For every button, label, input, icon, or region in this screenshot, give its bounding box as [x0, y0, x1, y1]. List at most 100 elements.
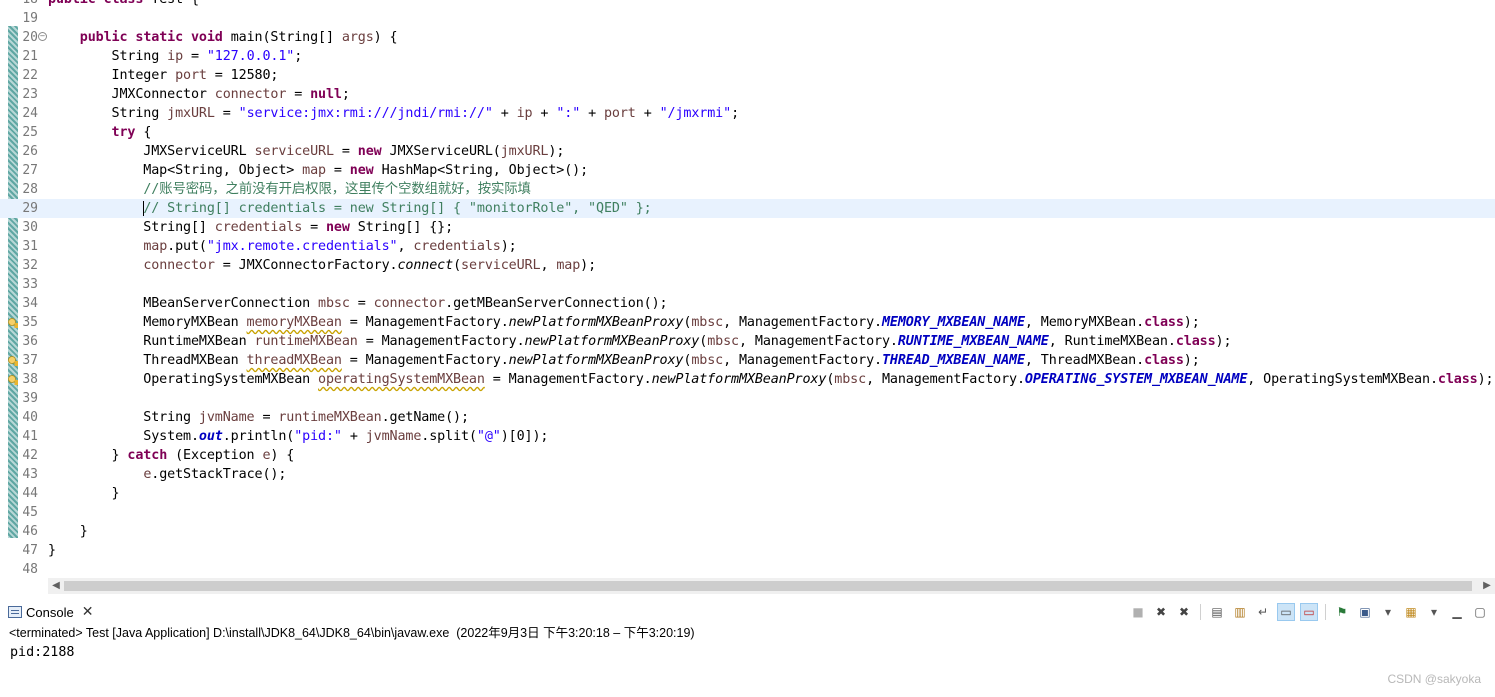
- code-text[interactable]: map.put("jmx.remote.credentials", creden…: [48, 237, 516, 256]
- close-icon[interactable]: ✕: [82, 604, 94, 620]
- scroll-left-icon[interactable]: ◀: [48, 578, 64, 594]
- fold-toggle-icon[interactable]: −: [38, 32, 47, 41]
- code-line[interactable]: 32 connector = JMXConnectorFactory.conne…: [0, 256, 1495, 275]
- line-number: 48: [22, 562, 38, 577]
- code-line[interactable]: 24 String jmxURL = "service:jmx:rmi:///j…: [0, 104, 1495, 123]
- code-text[interactable]: }: [48, 484, 120, 503]
- code-line[interactable]: 27 Map<String, Object> map = new HashMap…: [0, 161, 1495, 180]
- warning-icon[interactable]: [8, 316, 18, 328]
- line-number: 34: [22, 296, 38, 311]
- code-line[interactable]: 21 String ip = "127.0.0.1";: [0, 47, 1495, 66]
- line-number: 30: [22, 220, 38, 235]
- terminate-icon[interactable]: ■: [1129, 603, 1147, 621]
- clear-console-icon[interactable]: ▤: [1208, 603, 1226, 621]
- code-line[interactable]: 28 //账号密码，之前没有开启权限，这里传个空数组就好，按实际填: [0, 180, 1495, 199]
- code-text[interactable]: MemoryMXBean memoryMXBean = ManagementFa…: [48, 313, 1199, 332]
- code-text[interactable]: RuntimeMXBean runtimeMXBean = Management…: [48, 332, 1231, 351]
- code-text[interactable]: JMXConnector connector = null;: [48, 85, 350, 104]
- tab-console[interactable]: Console ✕: [8, 602, 93, 622]
- code-line[interactable]: 33: [0, 275, 1495, 294]
- code-line[interactable]: 22 Integer port = 12580;: [0, 66, 1495, 85]
- code-line[interactable]: 23 JMXConnector connector = null;: [0, 85, 1495, 104]
- code-text[interactable]: } catch (Exception e) {: [48, 446, 295, 465]
- code-line[interactable]: 19: [0, 9, 1495, 28]
- pin-console-icon[interactable]: ⚑: [1333, 603, 1351, 621]
- scrollbar-thumb[interactable]: [64, 581, 1472, 591]
- display-console-dropdown-icon[interactable]: ▾: [1379, 603, 1397, 621]
- open-console-dropdown-icon[interactable]: ▾: [1425, 603, 1443, 621]
- code-line[interactable]: 37 ThreadMXBean threadMXBean = Managemen…: [0, 351, 1495, 370]
- code-text[interactable]: e.getStackTrace();: [48, 465, 286, 484]
- code-text[interactable]: connector = JMXConnectorFactory.connect(…: [48, 256, 596, 275]
- maximize-icon[interactable]: ▢: [1471, 603, 1489, 621]
- code-text[interactable]: }: [48, 541, 56, 560]
- code-text[interactable]: String jmxURL = "service:jmx:rmi:///jndi…: [48, 104, 740, 123]
- scroll-lock-icon[interactable]: ▥: [1231, 603, 1249, 621]
- code-text[interactable]: // String[] credentials = new String[] {…: [48, 199, 652, 218]
- code-line[interactable]: 25 try {: [0, 123, 1495, 142]
- code-text[interactable]: JMXServiceURL serviceURL = new JMXServic…: [48, 142, 564, 161]
- code-line[interactable]: 43 e.getStackTrace();: [0, 465, 1495, 484]
- console-view-header: Console ✕ ■ ✖ ✖ ▤ ▥ ↵ ▭ ▭ ⚑ ▣ ▾ ▦ ▾ ▁ ▢: [0, 598, 1495, 624]
- console-output[interactable]: pid:2188: [10, 643, 75, 662]
- minimize-icon[interactable]: ▁: [1448, 603, 1466, 621]
- line-number: 22: [22, 68, 38, 83]
- code-line[interactable]: 39: [0, 389, 1495, 408]
- line-number: 33: [22, 277, 38, 292]
- code-line[interactable]: 29 // String[] credentials = new String[…: [0, 199, 1495, 218]
- code-text[interactable]: MBeanServerConnection mbsc = connector.g…: [48, 294, 667, 313]
- code-text[interactable]: String[] credentials = new String[] {};: [48, 218, 453, 237]
- code-text[interactable]: public class Test {: [48, 0, 199, 9]
- code-line[interactable]: 48: [0, 560, 1495, 578]
- code-line[interactable]: 30 String[] credentials = new String[] {…: [0, 218, 1495, 237]
- open-console-icon[interactable]: ▦: [1402, 603, 1420, 621]
- horizontal-scrollbar[interactable]: ◀ ▶: [48, 578, 1495, 594]
- code-line[interactable]: 42 } catch (Exception e) {: [0, 446, 1495, 465]
- code-text[interactable]: OperatingSystemMXBean operatingSystemMXB…: [48, 370, 1493, 389]
- display-console-icon[interactable]: ▣: [1356, 603, 1374, 621]
- console-toolbar: ■ ✖ ✖ ▤ ▥ ↵ ▭ ▭ ⚑ ▣ ▾ ▦ ▾ ▁ ▢: [1129, 602, 1489, 622]
- console-tab-label: Console: [26, 604, 74, 620]
- code-line[interactable]: 41 System.out.println("pid:" + jvmName.s…: [0, 427, 1495, 446]
- code-line[interactable]: 26 JMXServiceURL serviceURL = new JMXSer…: [0, 142, 1495, 161]
- code-editor[interactable]: 18 public class Test {19 20− public static…: [0, 0, 1495, 578]
- code-line[interactable]: 34 MBeanServerConnection mbsc = connecto…: [0, 294, 1495, 313]
- code-text[interactable]: String ip = "127.0.0.1";: [48, 47, 303, 66]
- line-number: 46: [22, 524, 38, 539]
- remove-all-terminated-icon[interactable]: ✖: [1175, 603, 1193, 621]
- console-icon: [8, 606, 22, 618]
- show-on-stdout-icon[interactable]: ▭: [1277, 603, 1295, 621]
- code-text[interactable]: Map<String, Object> map = new HashMap<St…: [48, 161, 588, 180]
- code-line[interactable]: 36 RuntimeMXBean runtimeMXBean = Managem…: [0, 332, 1495, 351]
- code-line[interactable]: 31 map.put("jmx.remote.credentials", cre…: [0, 237, 1495, 256]
- line-number: 27: [22, 163, 38, 178]
- code-line[interactable]: 18 public class Test {: [0, 0, 1495, 9]
- warning-icon[interactable]: [8, 373, 18, 385]
- line-number: 20: [22, 30, 38, 45]
- code-line[interactable]: 40 String jvmName = runtimeMXBean.getNam…: [0, 408, 1495, 427]
- line-number: 44: [22, 486, 38, 501]
- line-number: 40: [22, 410, 38, 425]
- code-line[interactable]: 38 OperatingSystemMXBean operatingSystem…: [0, 370, 1495, 389]
- code-text[interactable]: Integer port = 12580;: [48, 66, 279, 85]
- code-line[interactable]: 35 MemoryMXBean memoryMXBean = Managemen…: [0, 313, 1495, 332]
- code-text[interactable]: }: [48, 522, 88, 541]
- code-line[interactable]: 45: [0, 503, 1495, 522]
- code-text[interactable]: System.out.println("pid:" + jvmName.spli…: [48, 427, 548, 446]
- code-line[interactable]: 44 }: [0, 484, 1495, 503]
- warning-icon[interactable]: [8, 354, 18, 366]
- code-text[interactable]: //账号密码，之前没有开启权限，这里传个空数组就好，按实际填: [48, 180, 531, 199]
- code-line[interactable]: 20− public static void main(String[] arg…: [0, 28, 1495, 47]
- remove-launch-icon[interactable]: ✖: [1152, 603, 1170, 621]
- code-text[interactable]: public static void main(String[] args) {: [48, 28, 398, 47]
- scroll-right-icon[interactable]: ▶: [1479, 578, 1495, 594]
- line-number: 43: [22, 467, 38, 482]
- show-on-stderr-icon[interactable]: ▭: [1300, 603, 1318, 621]
- code-text[interactable]: ThreadMXBean threadMXBean = ManagementFa…: [48, 351, 1199, 370]
- code-line[interactable]: 47}: [0, 541, 1495, 560]
- code-text[interactable]: String jvmName = runtimeMXBean.getName()…: [48, 408, 469, 427]
- code-text[interactable]: try {: [48, 123, 152, 142]
- code-line[interactable]: 46 }: [0, 522, 1495, 541]
- word-wrap-icon[interactable]: ↵: [1254, 603, 1272, 621]
- watermark: CSDN @sakyoka: [1387, 672, 1481, 686]
